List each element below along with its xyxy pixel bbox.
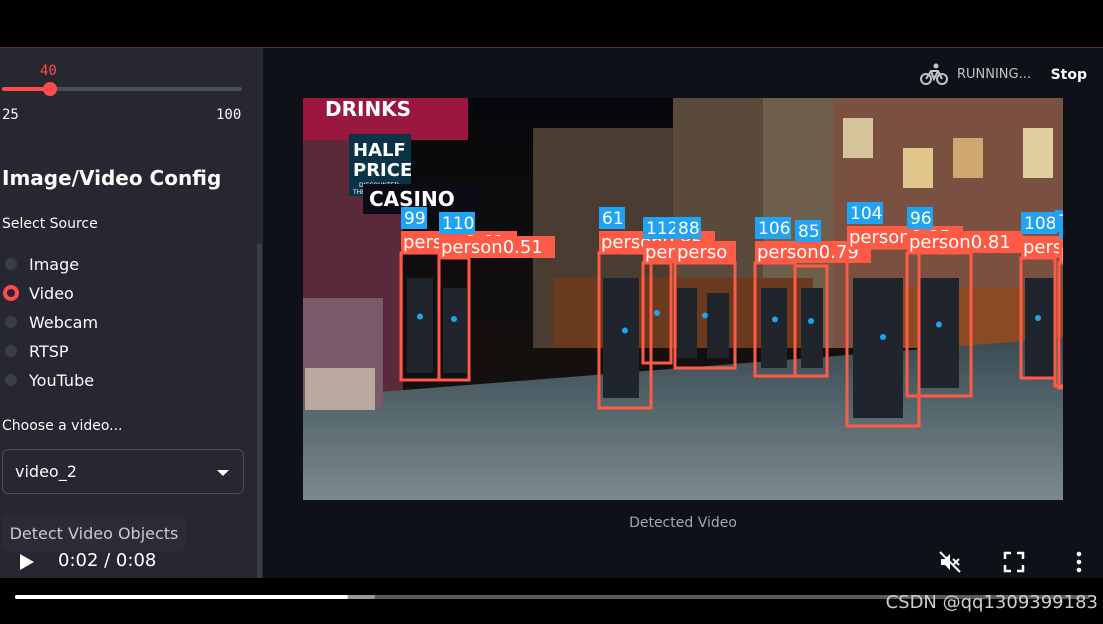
radio-webcam[interactable]: Webcam: [5, 311, 98, 333]
track-center-dot: [808, 318, 814, 324]
fullscreen-icon[interactable]: [1003, 551, 1025, 573]
window: [953, 138, 983, 178]
bicycle-icon: [919, 63, 948, 85]
track-center-dot: [1035, 315, 1041, 321]
track-id-label: 70: [1062, 219, 1063, 239]
slider-max-label: 100: [216, 107, 242, 123]
track-id-label: 85: [798, 222, 820, 242]
choose-video-label: Choose a video...: [2, 418, 123, 434]
track-id-label: 106: [758, 219, 790, 239]
detected-video-frame: DRINKS HALF PRICE DISCOUNTED THEATRE TIC…: [303, 98, 1063, 500]
half-sign-text: HALF: [353, 140, 406, 161]
confidence-slider[interactable]: [2, 82, 242, 96]
main-area: RUNNING... Stop DRINKS HALF PRICE CASINO…: [263, 48, 1103, 578]
radio-dot: [5, 374, 17, 386]
street-scene: DRINKS HALF PRICE DISCOUNTED THEATRE TIC…: [303, 98, 1063, 500]
video-select[interactable]: video_2: [2, 449, 244, 494]
radio-label: YouTube: [29, 370, 95, 390]
watermark: CSDN @qq1309399183: [885, 592, 1098, 613]
section-title: Image/Video Config: [2, 166, 222, 190]
radio-rtsp[interactable]: RTSP: [5, 340, 69, 362]
seek-played: [15, 595, 349, 599]
track-center-dot: [702, 312, 708, 319]
window: [843, 118, 873, 158]
video-select-value: video_2: [15, 462, 77, 481]
window: [1023, 128, 1053, 178]
track-id-label: 61: [602, 209, 624, 229]
stop-button[interactable]: Stop: [1051, 67, 1087, 83]
select-source-label: Select Source: [2, 216, 98, 232]
detection-label: person0.81: [909, 232, 1011, 253]
track-center-dot: [880, 334, 886, 340]
slider-min-label: 25: [2, 107, 19, 123]
track-center-dot: [654, 310, 660, 316]
video-caption: Detected Video: [629, 515, 737, 531]
time-display: 0:02 / 0:08: [58, 550, 157, 571]
more-vert-icon[interactable]: [1068, 550, 1090, 574]
drinks-sign-text: DRINKS: [325, 98, 411, 121]
status-text: RUNNING...: [956, 66, 1031, 82]
radio-label: RTSP: [29, 341, 69, 361]
slider-value: 40: [40, 63, 57, 79]
running-status: RUNNING...: [919, 62, 1031, 86]
radio-dot-selected: [3, 285, 19, 301]
track-id-label: 104: [850, 204, 882, 224]
top-black-bar: [0, 0, 1103, 47]
detection-label: person0.51: [441, 237, 543, 258]
radio-dot: [5, 258, 17, 270]
radio-video[interactable]: Video: [3, 282, 74, 304]
sidebar: 40 25 100 Image/Video Config Select Sour…: [0, 48, 263, 578]
track-center-dot: [622, 327, 628, 334]
radio-image[interactable]: Image: [5, 253, 79, 275]
track-id-label: 96: [910, 209, 932, 229]
radio-youtube[interactable]: YouTube: [5, 369, 94, 391]
radio-dot: [5, 316, 17, 328]
caret-down-icon: [217, 470, 229, 476]
slider-thumb[interactable]: [43, 82, 57, 96]
track-id-label: 108: [1024, 214, 1056, 234]
window: [903, 148, 933, 188]
basket: [305, 368, 375, 410]
play-icon[interactable]: [16, 552, 36, 572]
radio-label: Image: [29, 254, 80, 274]
detection-label: person0.79: [757, 242, 859, 263]
track-id-label: 88: [678, 219, 700, 239]
detection-label: perso: [1061, 242, 1063, 263]
track-center-dot: [417, 313, 423, 320]
radio-label: Webcam: [29, 312, 99, 332]
track-id-label: 110: [442, 214, 474, 234]
track-center-dot: [936, 321, 942, 328]
detection-label: perso: [677, 242, 727, 263]
price-sign-text: PRICE: [353, 160, 412, 181]
radio-label: Video: [29, 283, 74, 303]
track-center-dot: [451, 316, 457, 322]
sidebar-scrollbar[interactable]: [257, 243, 262, 578]
mute-icon[interactable]: [938, 550, 962, 574]
track-id-label: 112: [646, 219, 678, 239]
track-id-label: 99: [404, 209, 426, 229]
radio-dot: [5, 345, 17, 357]
track-center-dot: [772, 316, 778, 323]
